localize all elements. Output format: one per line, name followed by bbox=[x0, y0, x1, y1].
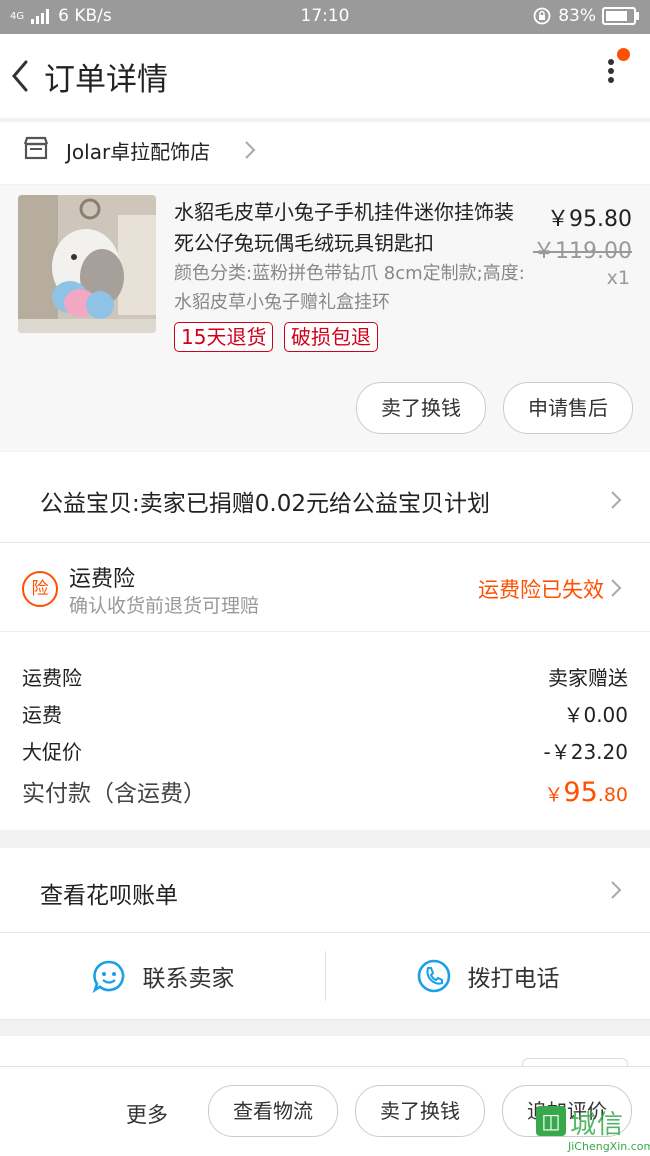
product-price: ￥95.80 bbox=[547, 207, 632, 232]
insurance-subtitle: 确认收货前退货可理赔 bbox=[69, 595, 260, 617]
more-menu-icon[interactable] bbox=[606, 56, 616, 96]
summary-row: 运费 ￥0.00 bbox=[22, 699, 628, 728]
call-button[interactable]: 拨打电话 bbox=[325, 933, 650, 1019]
bunny-keychain-image bbox=[18, 195, 156, 333]
back-arrow-icon[interactable] bbox=[6, 56, 34, 96]
resell-button[interactable]: 卖了换钱 bbox=[356, 382, 486, 434]
total-decimal: .80 bbox=[597, 784, 628, 806]
chevron-right-icon bbox=[611, 881, 622, 899]
shipping-insurance-row[interactable]: 险 运费险 确认收货前退货可理赔 运费险已失效 bbox=[0, 543, 650, 632]
status-bar: 4G 6 KB/s 17:10 83% bbox=[0, 0, 650, 34]
total-label: 实付款（含运费） bbox=[22, 781, 206, 807]
view-logistics-button[interactable]: 查看物流 bbox=[208, 1085, 338, 1137]
clock: 17:10 bbox=[300, 6, 350, 26]
chevron-right-icon bbox=[611, 579, 622, 597]
charity-text: 公益宝贝:卖家已捐赠0.02元给公益宝贝计划 bbox=[40, 491, 490, 517]
product-sku: 颜色分类:蓝粉拼色带钻爪 8cm定制款;高度:水貂皮草小兔子赠礼盒挂环 bbox=[174, 263, 525, 313]
contact-seller-label: 联系卖家 bbox=[142, 966, 235, 992]
resell-bottom-button[interactable]: 卖了换钱 bbox=[355, 1085, 485, 1137]
battery-icon bbox=[602, 7, 639, 25]
original-price: ￥119.00 bbox=[533, 239, 632, 264]
page-header: 订单详情 bbox=[0, 34, 650, 118]
summary-row: 运费险 卖家赠送 bbox=[22, 662, 628, 691]
charity-row[interactable]: 公益宝贝:卖家已捐赠0.02元给公益宝贝计划 bbox=[0, 452, 650, 543]
store-icon bbox=[23, 136, 49, 160]
page-title: 订单详情 bbox=[44, 62, 168, 98]
product-quantity: x1 bbox=[606, 267, 630, 289]
summary-label: 运费险 bbox=[22, 666, 82, 690]
total-amount: ￥95.80 bbox=[544, 777, 628, 808]
after-sale-button[interactable]: 申请售后 bbox=[503, 382, 633, 434]
huabei-text: 查看花呗账单 bbox=[40, 883, 178, 909]
watermark-url: JiChengXin.com bbox=[568, 1140, 650, 1153]
rotation-lock-icon bbox=[533, 7, 551, 25]
chat-bubble-icon bbox=[92, 960, 124, 994]
contact-bar: 联系卖家 拨打电话 bbox=[0, 933, 650, 1020]
store-row[interactable]: Jolar卓拉配饰店 bbox=[0, 122, 650, 184]
watermark-text: 城信 bbox=[570, 1110, 625, 1140]
insurance-status: 运费险已失效 bbox=[478, 578, 604, 602]
insurance-title: 运费险 bbox=[69, 567, 136, 592]
total-row: 实付款（含运费） ￥95.80 bbox=[22, 774, 628, 808]
huabei-bill-row[interactable]: 查看花呗账单 bbox=[0, 848, 650, 933]
summary-value: ￥0.00 bbox=[563, 703, 628, 727]
currency-symbol: ￥ bbox=[544, 784, 564, 806]
notification-dot bbox=[617, 48, 630, 61]
summary-row: 大促价 -￥23.20 bbox=[22, 736, 628, 765]
phone-icon bbox=[417, 959, 450, 993]
watermark-logo-icon: ◫ bbox=[536, 1106, 566, 1136]
watermark: ◫ 城信 JiChengXin.com bbox=[532, 1104, 650, 1155]
battery-percent: 83% bbox=[558, 6, 596, 26]
product-thumbnail[interactable] bbox=[18, 195, 156, 333]
order-item[interactable]: 水貂毛皮草小兔子手机挂件迷你挂饰装死公仔兔玩偶毛绒玩具钥匙扣 颜色分类:蓝粉拼色… bbox=[0, 185, 650, 451]
insurance-icon: 险 bbox=[22, 571, 58, 607]
summary-label: 大促价 bbox=[22, 740, 82, 764]
return-policy-tag: 15天退货 bbox=[174, 322, 274, 352]
summary-value: -￥23.20 bbox=[543, 740, 628, 764]
store-name: Jolar卓拉配饰店 bbox=[66, 140, 211, 164]
hidden-section-peek bbox=[0, 1036, 650, 1067]
damage-return-tag: 破损包退 bbox=[284, 322, 378, 352]
more-button[interactable]: 更多 bbox=[126, 1099, 168, 1129]
total-integer: 95 bbox=[563, 777, 598, 808]
price-summary: 运费险 卖家赠送 运费 ￥0.00 大促价 -￥23.20 实付款（含运费） ￥… bbox=[0, 632, 650, 830]
summary-label: 运费 bbox=[22, 703, 62, 727]
chevron-right-icon bbox=[611, 491, 622, 509]
product-title[interactable]: 水貂毛皮草小兔子手机挂件迷你挂饰装死公仔兔玩偶毛绒玩具钥匙扣 bbox=[174, 197, 526, 259]
chevron-right-icon bbox=[245, 141, 256, 159]
summary-value: 卖家赠送 bbox=[548, 666, 628, 690]
call-label: 拨打电话 bbox=[467, 966, 560, 992]
contact-seller-button[interactable]: 联系卖家 bbox=[0, 933, 325, 1019]
